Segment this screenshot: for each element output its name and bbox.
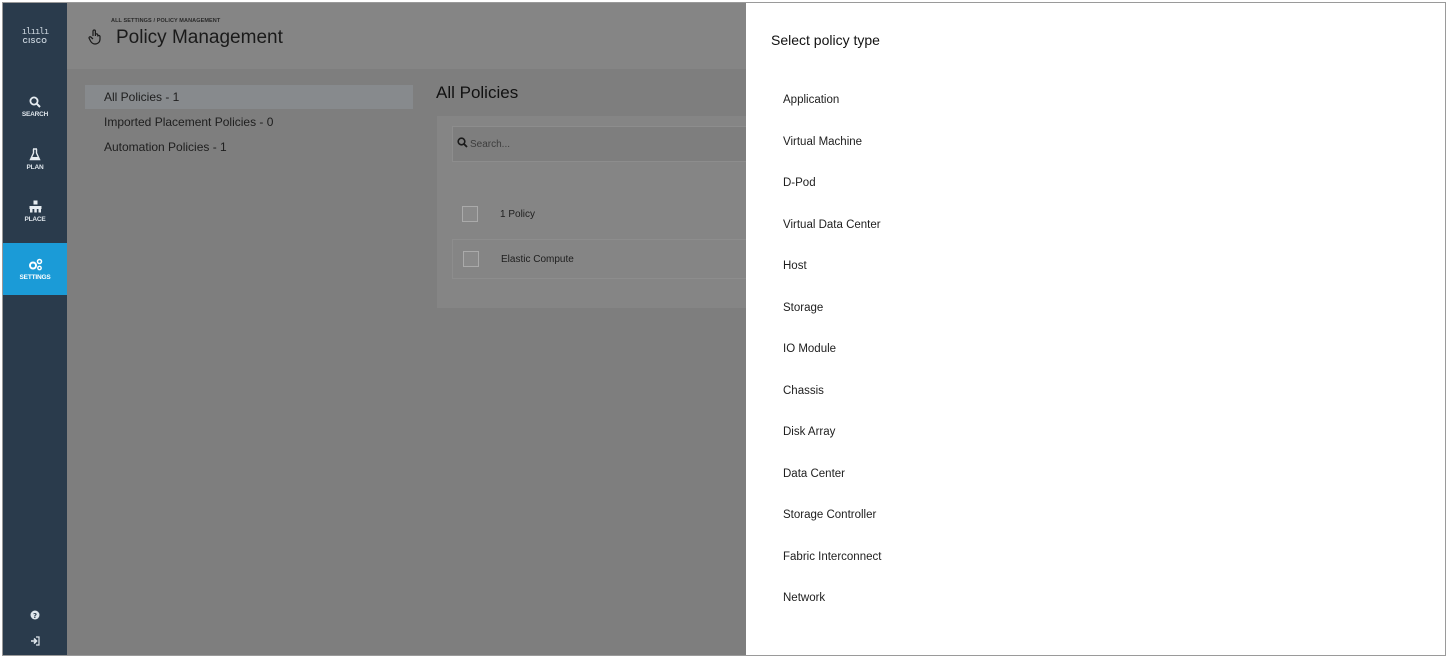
policy-count-label: 1 Policy <box>500 208 536 220</box>
content-title: All Policies <box>436 83 519 102</box>
policy-type-chassis[interactable]: Chassis <box>783 371 881 413</box>
breadcrumb[interactable]: ALL SETTINGS / POLICY MANAGEMENT <box>111 18 220 24</box>
row-checkbox[interactable] <box>463 251 479 267</box>
policy-type-d-pod[interactable]: D-Pod <box>783 163 881 205</box>
left-nav: ılıılı CISCO SEARCH PLAN PLACE SETTINGS … <box>3 3 67 655</box>
policy-subnav: All Policies - 1 Imported Placement Poli… <box>85 85 413 160</box>
table-header-row: 1 Policy <box>452 194 757 234</box>
nav-label-place: PLACE <box>24 215 46 223</box>
hand-pointer-icon <box>88 29 102 50</box>
policy-type-storage[interactable]: Storage <box>783 288 881 330</box>
nav-item-search[interactable]: SEARCH <box>3 81 67 133</box>
policy-type-list: Application Virtual Machine D-Pod Virtua… <box>783 80 881 620</box>
policy-type-host[interactable]: Host <box>783 246 881 288</box>
nav-item-place[interactable]: PLACE <box>3 185 67 237</box>
policy-type-panel: Select policy type Application Virtual M… <box>746 3 1445 655</box>
subnav-item-automation[interactable]: Automation Policies - 1 <box>85 135 413 159</box>
app-window: ılıılı CISCO SEARCH PLAN PLACE SETTINGS … <box>2 2 1446 656</box>
policies-card: Search... 1 Policy Elastic Compute <box>437 116 757 308</box>
logout-icon[interactable] <box>3 631 67 651</box>
row-policy-name: Elastic Compute <box>501 253 574 265</box>
nav-label-search: SEARCH <box>21 111 49 118</box>
policy-type-fabric-interconnect[interactable]: Fabric Interconnect <box>783 537 881 579</box>
policy-type-storage-controller[interactable]: Storage Controller <box>783 495 881 537</box>
logo-word: CISCO <box>22 37 48 45</box>
nav-item-settings[interactable]: SETTINGS <box>3 243 67 295</box>
nav-item-plan[interactable]: PLAN <box>3 133 67 185</box>
subnav-item-all-policies[interactable]: All Policies - 1 <box>85 85 413 109</box>
policy-type-virtual-machine[interactable]: Virtual Machine <box>783 122 881 164</box>
policy-type-virtual-data-center[interactable]: Virtual Data Center <box>783 205 881 247</box>
search-input[interactable]: Search... <box>452 126 752 162</box>
search-placeholder: Search... <box>470 138 511 150</box>
panel-title: Select policy type <box>771 32 880 48</box>
cisco-logo[interactable]: ılıılı CISCO <box>3 3 67 69</box>
search-icon <box>29 96 41 108</box>
flask-icon <box>29 147 41 161</box>
select-all-checkbox[interactable] <box>462 206 478 222</box>
svg-text:?: ? <box>33 612 37 620</box>
help-icon[interactable]: ? <box>3 605 67 625</box>
place-icon <box>29 200 42 213</box>
policy-type-data-center[interactable]: Data Center <box>783 454 881 496</box>
table-row[interactable]: Elastic Compute <box>452 239 757 279</box>
subnav-item-imported-placement[interactable]: Imported Placement Policies - 0 <box>85 110 413 134</box>
policy-type-network[interactable]: Network <box>783 578 881 620</box>
gears-icon <box>28 258 43 271</box>
page-title: Policy Management <box>116 27 283 48</box>
nav-label-plan: PLAN <box>26 163 44 171</box>
logo-bars: ılıılı <box>21 26 49 37</box>
policy-type-io-module[interactable]: IO Module <box>783 329 881 371</box>
policy-type-disk-array[interactable]: Disk Array <box>783 412 881 454</box>
search-icon <box>457 135 468 153</box>
policy-type-application[interactable]: Application <box>783 80 881 122</box>
nav-label-settings: SETTINGS <box>19 273 51 281</box>
